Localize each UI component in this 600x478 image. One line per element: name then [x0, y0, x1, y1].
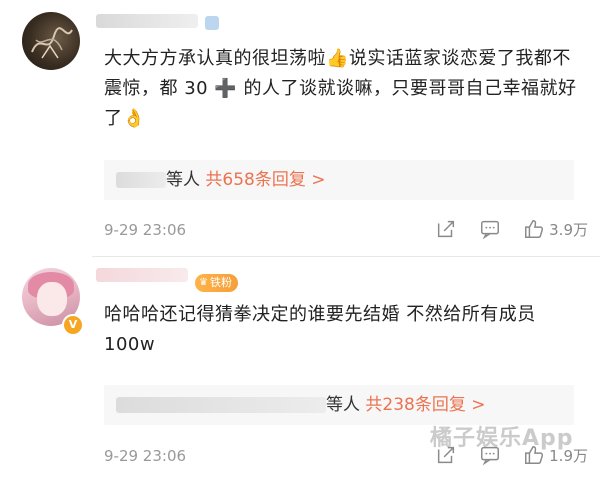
- like-icon: [525, 220, 544, 238]
- fan-badge-label: 铁粉: [209, 276, 232, 289]
- comment-text: 大大方方承认真的很坦荡啦👍说实话蓝家谈恋爱了我都不震惊，都 30 ➕ 的人了谈就…: [104, 44, 584, 134]
- username-blurred[interactable]: [96, 14, 198, 28]
- ok-hand-icon: 👌: [122, 108, 146, 129]
- verified-badge-icon: V: [62, 314, 84, 336]
- watermark: 橘子娱乐App: [430, 426, 574, 451]
- share-icon[interactable]: [435, 218, 457, 240]
- comment-icon[interactable]: [479, 218, 501, 240]
- replies-summary[interactable]: 等人 共658条回复 >: [104, 160, 574, 200]
- avatar-face: [37, 282, 67, 316]
- username-blurred[interactable]: [96, 268, 188, 282]
- thumbs-up-icon: 👍: [326, 48, 349, 69]
- replies-summary[interactable]: 等人 共238条回复 >: [104, 385, 574, 425]
- like-button[interactable]: 3.9万: [523, 218, 588, 240]
- replies-text: 等人 共238条回复 >: [326, 395, 486, 415]
- user-tag-icon: [205, 16, 219, 30]
- replies-link[interactable]: 共238条回复 >: [365, 395, 485, 415]
- comment-time: 9-29 23:06: [104, 447, 187, 465]
- replies-text: 等人 共658条回复 >: [166, 170, 326, 190]
- comment-item: 大大方方承认真的很坦荡啦👍说实话蓝家谈恋爱了我都不震惊，都 30 ➕ 的人了谈就…: [0, 0, 600, 256]
- comment-text: 哈哈哈还记得猜拳决定的谁要先结婚 不然给所有成员 100w: [104, 304, 536, 355]
- fan-badge: ♛ 铁粉: [195, 274, 238, 292]
- avatar-image: [31, 27, 73, 59]
- comment-actions: 3.9万: [435, 218, 588, 240]
- reply-user-blurred: [116, 172, 166, 188]
- replies-link[interactable]: 共658条回复 >: [205, 170, 325, 190]
- crown-icon: ♛: [199, 277, 208, 288]
- reply-user-blurred: [116, 397, 326, 413]
- avatar[interactable]: [22, 12, 80, 70]
- like-count: 3.9万: [549, 220, 588, 239]
- comment-time: 9-29 23:06: [104, 221, 187, 239]
- plus-icon: ➕: [214, 78, 238, 99]
